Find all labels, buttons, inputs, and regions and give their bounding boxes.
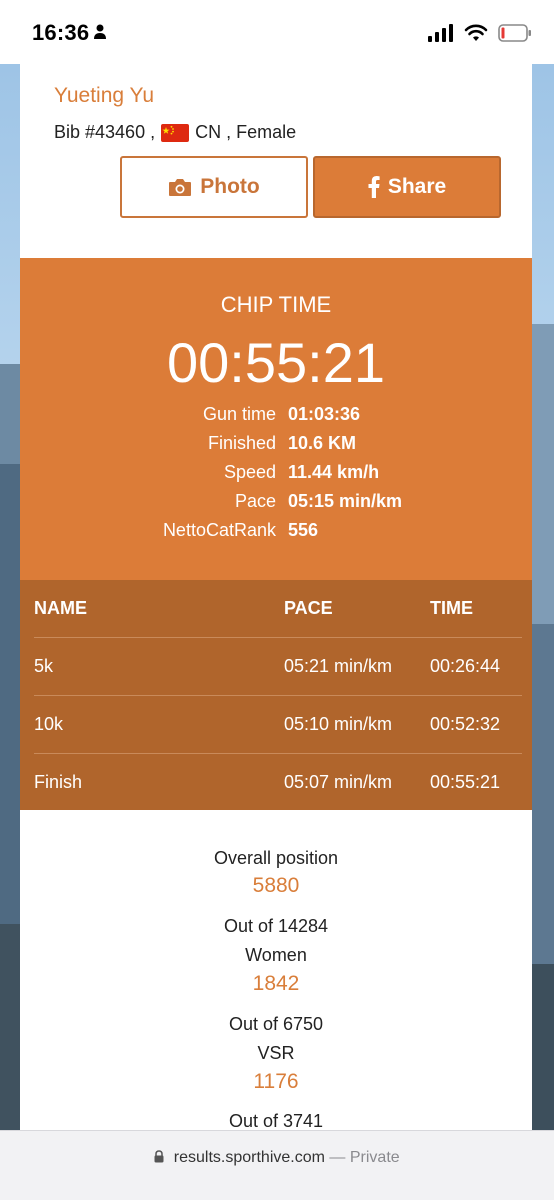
status-time: 16:36	[32, 20, 90, 45]
person-icon	[94, 24, 106, 39]
country-gender: CN , Female	[195, 122, 297, 142]
overall-position-label: Overall position	[213, 848, 339, 868]
share-button-label: Share	[387, 175, 447, 198]
column-header-pace: PACE	[284, 598, 333, 618]
url-domain: results.sporthive.com	[173, 1149, 325, 1166]
split-pace: 05:07 min/km	[284, 772, 393, 792]
bib-number: Bib #43460 ,	[54, 122, 156, 142]
split-time: 00:52:32	[430, 714, 501, 734]
facebook-icon	[368, 176, 380, 198]
women-out-of: Out of 6750	[228, 1014, 324, 1034]
photo-button-label: Photo	[200, 175, 260, 198]
splits-table: NAME PACE TIME 5k 05:21 min/km 00:26:44 …	[20, 580, 532, 810]
stat-label: Pace	[234, 491, 276, 511]
runner-info: Bib #43460 , CN , Female	[54, 122, 296, 143]
stat-label: Gun time	[202, 404, 276, 424]
overall-out-of: Out of 14284	[223, 916, 329, 936]
stat-speed: Speed 11.44 km/h	[20, 462, 532, 491]
wifi-icon	[464, 24, 488, 41]
china-flag-icon	[161, 123, 190, 142]
split-time: 00:26:44	[430, 656, 501, 676]
chip-time-value: 00:55:21	[167, 331, 385, 394]
vsr-label: VSR	[257, 1043, 295, 1063]
women-label: Women	[245, 945, 307, 965]
vsr-out-of: Out of 3741	[228, 1111, 324, 1130]
stat-finished: Finished 10.6 KM	[20, 433, 532, 462]
stat-value: 11.44 km/h	[288, 462, 380, 482]
stat-value: 01:03:36	[288, 404, 361, 424]
table-row: 5k 05:21 min/km 00:26:44	[20, 638, 532, 696]
cellular-signal-icon	[428, 24, 453, 42]
stat-label: Finished	[207, 433, 276, 453]
private-mode-label: Private	[349, 1149, 400, 1166]
stat-pace: Pace 05:15 min/km	[20, 491, 532, 520]
result-card: Yueting Yu Bib #43460 , CN , Female Phot…	[20, 64, 532, 1130]
splits-header-row: NAME PACE TIME	[20, 580, 532, 638]
column-header-name: NAME	[34, 598, 87, 618]
split-name: Finish	[34, 772, 83, 792]
share-button[interactable]: Share	[313, 156, 501, 218]
battery-icon	[498, 24, 531, 42]
stat-value: 05:15 min/km	[288, 491, 403, 511]
table-row: Finish 05:07 min/km 00:55:21	[20, 754, 532, 812]
split-name: 10k	[34, 714, 64, 734]
stat-netto-cat-rank: NettoCatRank 556	[20, 520, 532, 549]
status-bar: 16:36	[0, 0, 554, 64]
runner-name[interactable]: Yueting Yu	[54, 84, 154, 108]
stat-label: Speed	[223, 462, 276, 482]
url-display[interactable]: results.sporthive.com — Private	[0, 1149, 554, 1167]
women-position-value: 1842	[252, 972, 300, 995]
status-indicators	[428, 20, 532, 46]
split-name: 5k	[34, 656, 54, 676]
stat-gun-time: Gun time 01:03:36	[20, 404, 532, 433]
lock-icon	[154, 1150, 164, 1163]
photo-button[interactable]: Photo	[120, 156, 308, 218]
split-pace: 05:21 min/km	[284, 656, 393, 676]
column-header-time: TIME	[430, 598, 473, 618]
overall-position-value: 5880	[252, 874, 300, 897]
stat-value: 556	[288, 520, 319, 540]
split-time: 00:55:21	[430, 772, 501, 792]
url-separator: —	[329, 1149, 346, 1166]
stat-value: 10.6 KM	[288, 433, 357, 453]
camera-icon	[169, 179, 192, 196]
table-row: 10k 05:10 min/km 00:52:32	[20, 696, 532, 754]
stat-label: NettoCatRank	[162, 520, 276, 540]
split-pace: 05:10 min/km	[284, 714, 393, 734]
browser-url-bar[interactable]: results.sporthive.com — Private	[0, 1130, 554, 1200]
vsr-position-value: 1176	[253, 1070, 299, 1093]
chip-time-label: CHIP TIME	[220, 292, 332, 317]
